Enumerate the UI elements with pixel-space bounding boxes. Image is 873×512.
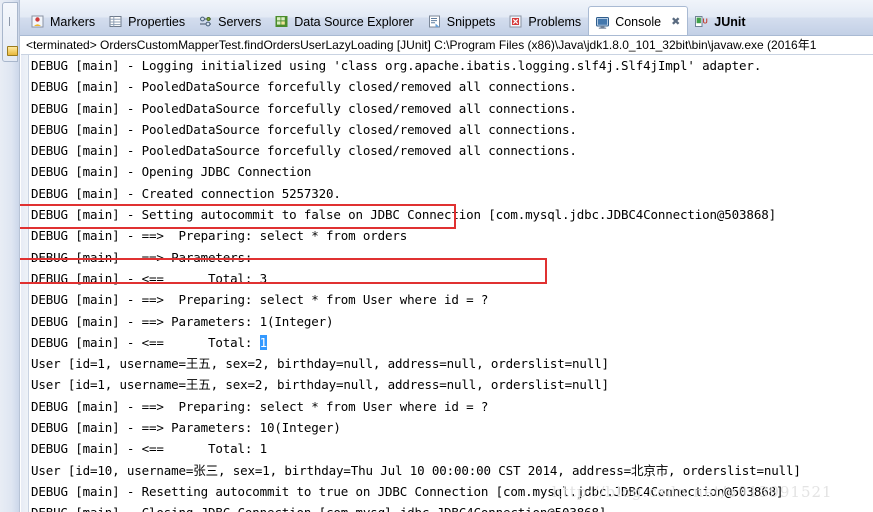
console-line[interactable]: DEBUG [main] - ==> Preparing: select * f… [31,289,873,310]
tab-label: Problems [528,14,582,29]
console-line[interactable]: DEBUG [main] - Created connection 525732… [31,183,873,204]
console-line[interactable]: DEBUG [main] - Setting autocommit to fal… [31,204,873,225]
console-icon [595,15,610,30]
tab-list: Markers Properties Servers Data Source Expl… [20,0,873,35]
tab-label: JUnit [714,14,746,29]
tab-data-source-explorer[interactable]: Data Source Explorer [268,7,421,35]
eclipse-console-view: Markers Properties Servers Data Source Expl… [0,0,873,512]
console-gutter [21,55,29,512]
tab-label: Data Source Explorer [294,14,414,29]
console-line[interactable]: DEBUG [main] - ==> Preparing: select * f… [31,396,873,417]
properties-icon [108,14,123,29]
console-line[interactable]: DEBUG [main] - ==> Preparing: select * f… [31,225,873,246]
problems-icon [508,14,523,29]
console-line[interactable]: User [id=1, username=王五, sex=2, birthday… [31,374,873,395]
console-line[interactable]: DEBUG [main] - ==> Parameters: 1(Integer… [31,311,873,332]
console-line-text: DEBUG [main] - <== Total: [31,334,260,350]
junit-icon: U [694,14,709,29]
tab-console[interactable]: Console ✖ [588,6,689,35]
tab-problems[interactable]: Problems [502,7,588,35]
fast-view-panel[interactable] [2,2,18,62]
console-line[interactable]: DEBUG [main] - Opening JDBC Connection [31,161,873,182]
tab-markers[interactable]: Markers [24,7,102,35]
console-output-area[interactable]: DEBUG [main] - Logging initialized using… [21,55,873,512]
console-line[interactable]: DEBUG [main] - PooledDataSource forceful… [31,119,873,140]
tab-label: Markers [50,14,96,29]
console-line[interactable]: DEBUG [main] - <== Total: 1 [31,438,873,459]
console-line[interactable]: DEBUG [main] - <== Total: 1 [31,332,873,353]
console-line[interactable]: DEBUG [main] - PooledDataSource forceful… [31,140,873,161]
console-line[interactable]: DEBUG [main] - PooledDataSource forceful… [31,98,873,119]
markers-icon [30,14,45,29]
console-line[interactable]: DEBUG [main] - ==> Parameters: [31,247,873,268]
console-line[interactable]: DEBUG [main] - PooledDataSource forceful… [31,76,873,97]
tab-junit[interactable]: U JUnit [688,7,752,35]
console-selection: 1 [259,334,268,350]
fast-view-bar[interactable] [0,0,20,512]
snippets-icon [427,14,442,29]
console-line[interactable]: DEBUG [main] - Closing JDBC Connection [… [31,502,873,512]
tab-snippets[interactable]: Snippets [421,7,503,35]
fast-view-divider [9,17,10,26]
close-icon[interactable]: ✖ [671,16,680,28]
tab-label: Servers [218,14,262,29]
view-tab-bar: Markers Properties Servers Data Source Expl… [20,0,873,36]
console-line[interactable]: DEBUG [main] - Logging initialized using… [31,55,873,76]
tab-label: Snippets [446,14,496,29]
console-text[interactable]: DEBUG [main] - Logging initialized using… [31,55,873,512]
folder-icon[interactable] [7,46,18,56]
tab-properties[interactable]: Properties [102,7,192,35]
watermark: http://blog.csdn.net/u013991521 [552,483,833,501]
tab-label: Properties [128,14,186,29]
console-line[interactable]: DEBUG [main] - ==> Parameters: 10(Intege… [31,417,873,438]
console-line[interactable]: User [id=1, username=王五, sex=2, birthday… [31,353,873,374]
console-line[interactable]: DEBUG [main] - <== Total: 3 [31,268,873,289]
launch-configuration-label: <terminated> OrdersCustomMapperTest.find… [21,36,873,55]
svg-text:U: U [703,18,708,25]
database-icon [274,14,289,29]
tab-servers[interactable]: Servers [192,7,268,35]
console-line[interactable]: User [id=10, username=张三, sex=1, birthda… [31,460,873,481]
servers-icon [198,14,213,29]
tab-label: Console [615,15,662,29]
